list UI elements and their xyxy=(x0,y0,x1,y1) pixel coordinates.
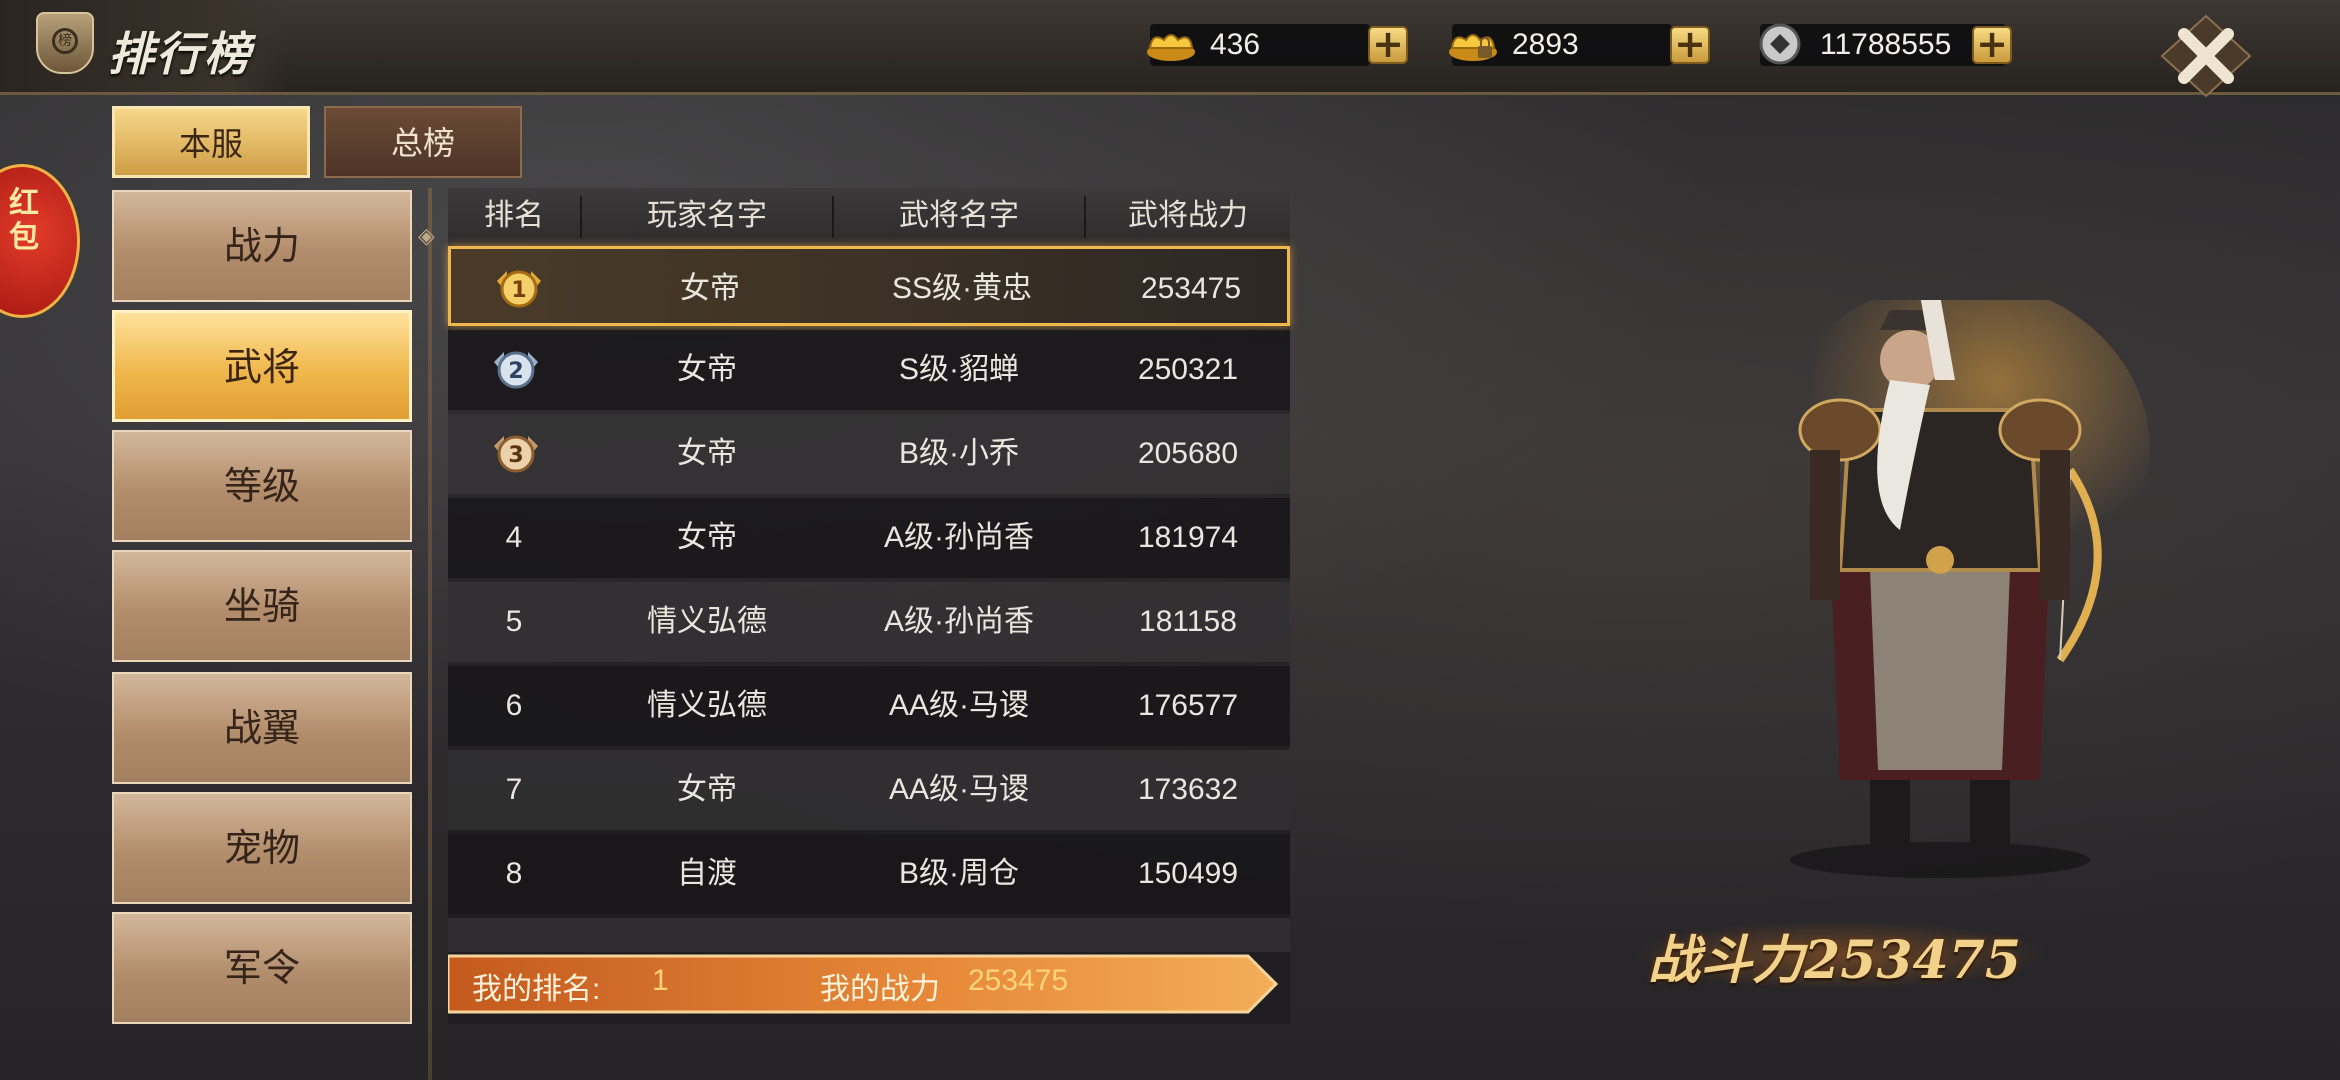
my-rank-bar: 我的排名: 1 我的战力 253475 xyxy=(448,952,1280,1016)
table-row-partial xyxy=(448,918,1290,952)
gold-value: 436 xyxy=(1210,28,1261,61)
player-name: 情义弘德 xyxy=(647,605,767,638)
player-name: 女帝 xyxy=(677,521,737,554)
table-header: 排名 玩家名字 武将名字 武将战力 xyxy=(448,188,1290,244)
general-power: 250321 xyxy=(1137,353,1239,386)
my-rank-value: 1 xyxy=(652,964,669,997)
add-silver-button[interactable]: + xyxy=(1972,25,2012,64)
header-general: 武将名字 xyxy=(899,198,1019,233)
table-row-1[interactable]: 1 女帝 SS级·黄忠 253475 xyxy=(448,246,1290,326)
combat-power-label: 战斗力 xyxy=(1648,930,1805,991)
category-power[interactable]: 战力 xyxy=(112,190,412,302)
silver-value: 11788555 xyxy=(1820,28,1952,61)
player-name: 女帝 xyxy=(677,773,737,806)
general-name: B级·小乔 xyxy=(899,437,1019,470)
rank-number: 5 xyxy=(505,605,523,638)
tab-overall[interactable]: 总榜 xyxy=(324,106,522,178)
table-row-8[interactable]: 8 自渡 B级·周仓 150499 xyxy=(448,834,1290,914)
table-row-5[interactable]: 5 情义弘德 A级·孙尚香 181158 xyxy=(448,582,1290,662)
general-power: 176577 xyxy=(1137,689,1239,722)
add-gold-button[interactable]: + xyxy=(1368,25,1408,64)
currency-gold: 436 xyxy=(1147,24,1370,66)
tab-server[interactable]: 本服 xyxy=(112,106,310,178)
ranking-shield-icon: 榜 xyxy=(36,12,94,74)
category-wings[interactable]: 战翼 xyxy=(112,672,412,784)
table-row-7[interactable]: 7 女帝 AA级·马谡 173632 xyxy=(448,750,1290,830)
rank-number: 4 xyxy=(505,521,523,554)
rank-number: 7 xyxy=(505,773,523,806)
bound-gold-ingot-icon xyxy=(1449,34,1497,61)
player-name: 女帝 xyxy=(677,437,737,470)
table-row-4[interactable]: 4 女帝 A级·孙尚香 181974 xyxy=(448,498,1290,578)
table-row-3[interactable]: 3 女帝 B级·小乔 205680 xyxy=(448,414,1290,494)
gold-ingot-icon xyxy=(1147,34,1195,61)
silver-coin-icon xyxy=(1759,23,1801,65)
my-power-label: 我的战力 xyxy=(820,973,940,1006)
category-army-order[interactable]: 军令 xyxy=(112,912,412,1024)
svg-text:1: 1 xyxy=(511,278,526,303)
my-rank-label: 我的排名: xyxy=(472,973,601,1006)
category-mount[interactable]: 坐骑 xyxy=(112,550,412,662)
divider-arrows-icon: ◈ xyxy=(418,224,435,249)
rank-number: 6 xyxy=(505,689,523,722)
rank-number: 8 xyxy=(505,857,523,890)
category-generals[interactable]: 武将 xyxy=(112,310,412,422)
player-name: 自渡 xyxy=(677,857,737,890)
bronze-medal-icon: 3 xyxy=(494,435,538,473)
general-name: B级·周仓 xyxy=(899,857,1019,890)
general-name: A级·孙尚香 xyxy=(884,605,1034,638)
svg-text:3: 3 xyxy=(508,443,523,468)
ranking-table: 排名 玩家名字 武将名字 武将战力 1 女帝 SS级·黄忠 253475 2 女… xyxy=(448,188,1290,1024)
close-icon[interactable] xyxy=(2158,14,2254,98)
svg-text:2: 2 xyxy=(508,359,523,384)
add-bound-gold-button[interactable]: + xyxy=(1670,25,1710,64)
player-name: 女帝 xyxy=(677,353,737,386)
general-name: AA级·马谡 xyxy=(888,689,1029,722)
panel-divider xyxy=(428,188,432,1080)
gold-medal-icon: 1 xyxy=(497,270,541,308)
top-bar: 榜 排行榜 436 + 2893 + 11788555 + xyxy=(0,0,2340,98)
hero-character-model xyxy=(1770,300,2150,878)
combat-power-display: 战斗力253475 xyxy=(1648,918,2021,993)
general-power: 150499 xyxy=(1137,857,1239,890)
table-row-2[interactable]: 2 女帝 S级·貂蝉 250321 xyxy=(448,330,1290,410)
table-row-6[interactable]: 6 情义弘德 AA级·马谡 176577 xyxy=(448,666,1290,746)
general-name: S级·貂蝉 xyxy=(899,353,1019,386)
player-name: 情义弘德 xyxy=(647,689,767,722)
red-packet-button[interactable]: 红包 xyxy=(0,164,80,318)
general-power: 205680 xyxy=(1137,437,1239,470)
my-power-value: 253475 xyxy=(968,964,1069,997)
general-power: 253475 xyxy=(1140,272,1242,305)
category-pet[interactable]: 宠物 xyxy=(112,792,412,904)
header-power: 武将战力 xyxy=(1128,198,1248,233)
bound-gold-value: 2893 xyxy=(1512,28,1579,61)
general-power: 181974 xyxy=(1137,521,1239,554)
general-name: A级·孙尚香 xyxy=(884,521,1034,554)
player-name: 女帝 xyxy=(680,272,740,305)
combat-power-value: 253475 xyxy=(1804,930,2022,991)
general-name: AA级·马谡 xyxy=(888,773,1029,806)
general-name: SS级·黄忠 xyxy=(891,272,1032,305)
silver-medal-icon: 2 xyxy=(494,351,538,389)
currency-silver: 11788555 xyxy=(1759,23,2006,66)
red-packet-label: 红包 xyxy=(9,186,39,255)
header-rank: 排名 xyxy=(484,198,544,233)
category-level[interactable]: 等级 xyxy=(112,430,412,542)
general-power: 173632 xyxy=(1137,773,1239,806)
general-power: 181158 xyxy=(1139,605,1237,638)
page-title: 排行榜 xyxy=(108,27,252,81)
title-plate: 榜 排行榜 xyxy=(0,0,290,92)
header-player: 玩家名字 xyxy=(647,198,767,233)
currency-bound-gold: 2893 xyxy=(1449,24,1672,66)
